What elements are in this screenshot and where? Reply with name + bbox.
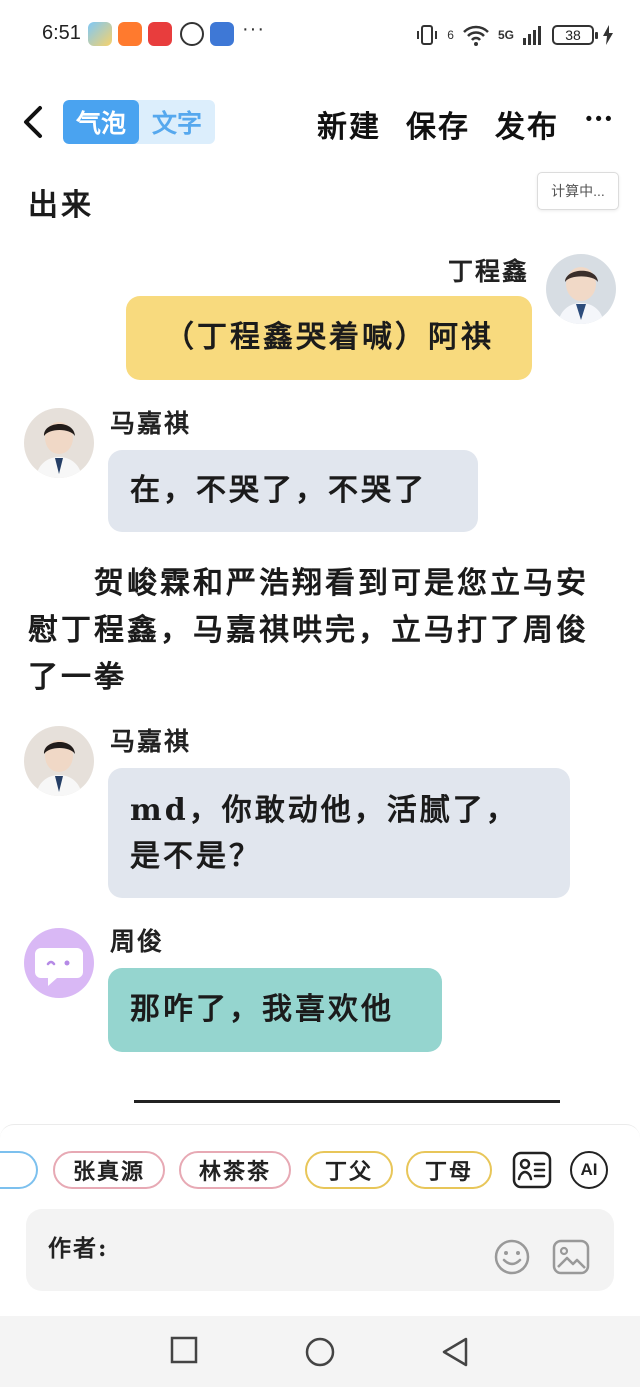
nav-back-button[interactable] — [440, 1336, 470, 1372]
security-app-icon — [210, 22, 234, 46]
character-chip[interactable]: 林茶茶 — [179, 1151, 291, 1189]
new-button[interactable]: 新建 — [317, 102, 381, 146]
back-arrow-icon — [24, 106, 42, 138]
narration-text: 贺峻霖和严浩翔看到可是您立马安慰丁程鑫，马嘉祺哄完，立马打了周俊了一拳 — [28, 566, 589, 695]
avatar[interactable] — [24, 726, 94, 796]
back-button[interactable] — [16, 102, 52, 142]
roster-icon — [512, 1151, 552, 1189]
calculating-badge: 计算中... — [537, 172, 619, 210]
speaker-name: 马嘉祺 — [110, 727, 192, 756]
more-menu-button[interactable]: ··· — [584, 102, 613, 135]
sim-label: 6 — [447, 28, 454, 42]
toggle-bubble[interactable]: 气泡 — [63, 100, 139, 144]
top-toolbar: 气泡 文字 新建 保存 发布 ··· — [0, 84, 640, 160]
image-icon — [552, 1239, 590, 1275]
smiley-icon — [494, 1239, 530, 1275]
battery-indicator: 38 — [552, 25, 598, 45]
radar-app-icon — [180, 22, 204, 46]
speaker-name: 周俊 — [110, 927, 165, 956]
video-app-icon — [118, 22, 142, 46]
square-icon — [170, 1336, 198, 1364]
character-chip[interactable]: 丁母 — [406, 1151, 492, 1189]
status-right-group: 6 5G 38 — [415, 20, 614, 50]
status-more-icon: ··· — [242, 18, 265, 40]
message-bubble[interactable]: 在，不哭了，不哭了 — [108, 450, 478, 532]
status-bar: 6:51 ··· 6 5G 38 — [0, 0, 640, 70]
message-bubble[interactable]: 那咋了，我喜欢他 — [108, 968, 442, 1052]
recents-button[interactable] — [170, 1336, 198, 1368]
clipped-narration-line — [28, 160, 612, 164]
input-panel: 张真源 林茶茶 丁父 丁母 AI 作者: — [0, 1124, 640, 1316]
default-chat-avatar-icon — [35, 948, 83, 986]
avatar[interactable] — [24, 928, 94, 998]
speaker-name: 马嘉祺 — [110, 409, 192, 438]
author-input[interactable]: 作者: — [26, 1209, 614, 1291]
emoji-button[interactable] — [494, 1239, 530, 1275]
message-bubble[interactable]: （丁程鑫哭着喊）阿祺 — [126, 296, 532, 380]
avatar-photo-icon — [24, 408, 94, 478]
avatar-photo-icon — [546, 254, 616, 324]
home-button[interactable] — [304, 1336, 336, 1372]
publish-button[interactable]: 发布 — [495, 102, 559, 146]
save-button[interactable]: 保存 — [406, 102, 470, 146]
avatar-photo-icon — [24, 726, 94, 796]
mode-toggle: 气泡 文字 — [63, 100, 215, 144]
system-nav-bar — [0, 1316, 640, 1387]
vibrate-icon — [417, 25, 438, 45]
weather-app-icon — [88, 22, 112, 46]
toggle-text[interactable]: 文字 — [139, 100, 215, 144]
narration-text: 出来 — [28, 188, 94, 223]
chat-content[interactable]: 出来 计算中... 丁程鑫 （丁程鑫哭着喊）阿祺 马嘉祺 在，不哭了，不哭了 贺… — [0, 160, 640, 1120]
huawei-store-icon — [148, 22, 172, 46]
wifi-icon — [463, 25, 489, 46]
character-chip[interactable]: 张真源 — [53, 1151, 165, 1189]
character-roster-button[interactable] — [512, 1151, 552, 1189]
message-bubble[interactable]: md，你敢动他，活腻了，是不是？ — [108, 768, 570, 898]
speaker-name: 丁程鑫 — [448, 257, 530, 286]
circle-icon — [305, 1337, 335, 1367]
end-divider — [134, 1100, 560, 1103]
character-chip[interactable]: 丁父 — [305, 1151, 393, 1189]
status-time: 6:51 — [42, 22, 81, 44]
character-chip-partial[interactable] — [0, 1151, 38, 1189]
author-label: 作者: — [48, 1235, 109, 1262]
avatar[interactable] — [546, 254, 616, 324]
avatar[interactable] — [24, 408, 94, 478]
image-button[interactable] — [552, 1239, 590, 1275]
network-label: 5G — [497, 28, 514, 42]
triangle-back-icon — [442, 1337, 468, 1367]
signal-icon — [523, 26, 541, 45]
charging-icon — [603, 25, 613, 45]
ai-assist-button[interactable]: AI — [570, 1151, 608, 1189]
